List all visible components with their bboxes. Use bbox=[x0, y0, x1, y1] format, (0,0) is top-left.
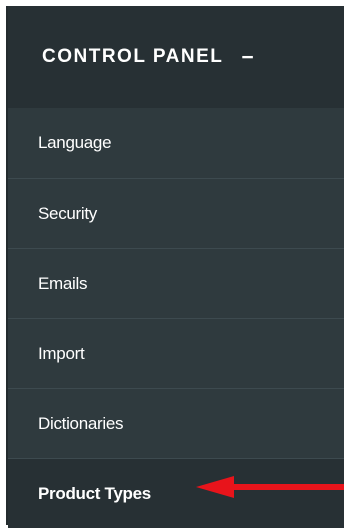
menu-item-label: Import bbox=[38, 343, 85, 363]
control-panel-header[interactable]: CONTROL PANEL − bbox=[8, 6, 344, 108]
menu-item-label: Security bbox=[38, 203, 98, 223]
menu-item-security[interactable]: Security bbox=[8, 178, 344, 248]
collapse-icon[interactable]: − bbox=[241, 47, 253, 68]
arrow-shaft bbox=[232, 484, 344, 490]
control-panel-menu: Language Security Emails Import Dictiona… bbox=[8, 108, 344, 528]
menu-item-label: Product Types bbox=[38, 483, 151, 503]
arrow-head bbox=[196, 476, 234, 498]
menu-item-label: Dictionaries bbox=[38, 413, 124, 433]
menu-item-label: Language bbox=[38, 133, 112, 152]
control-panel-sidebar: CONTROL PANEL − Language Security Emails… bbox=[6, 6, 344, 528]
control-panel-title: CONTROL PANEL bbox=[42, 46, 224, 67]
menu-item-label: Emails bbox=[38, 273, 88, 293]
menu-item-language[interactable]: Language bbox=[8, 108, 344, 178]
menu-item-import[interactable]: Import bbox=[8, 318, 344, 388]
menu-item-emails[interactable]: Emails bbox=[8, 248, 344, 318]
menu-item-dictionaries[interactable]: Dictionaries bbox=[8, 388, 344, 458]
red-arrow-left-icon bbox=[196, 476, 344, 498]
